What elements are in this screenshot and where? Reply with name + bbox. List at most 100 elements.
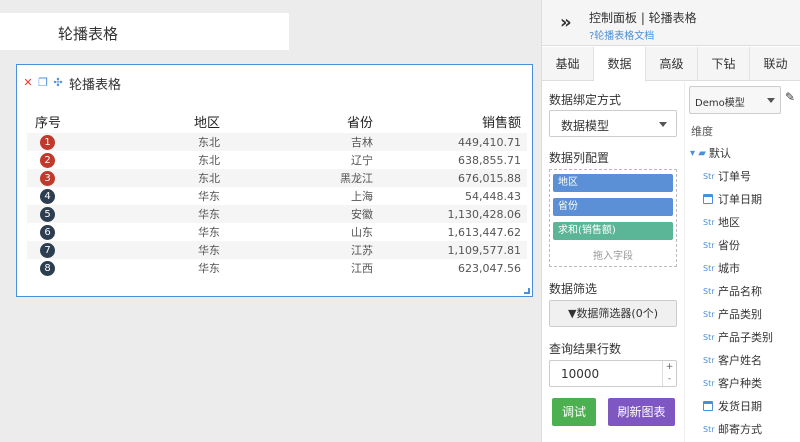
sales-cell: 449,410.71: [458, 135, 521, 149]
table-row: 4 华东 上海 54,448.43: [27, 187, 527, 205]
rank-cell: 3: [27, 170, 82, 186]
dimension-item[interactable]: Str 订单号: [703, 168, 751, 184]
folder-default[interactable]: ▾ ▰ 默认: [690, 145, 731, 161]
folder-label: 默认: [708, 147, 731, 160]
rank-cell: 5: [27, 206, 82, 222]
binding-select[interactable]: 数据模型: [549, 110, 677, 137]
dimension-name: 发货日期: [718, 400, 762, 413]
region-cell: 华东: [198, 208, 220, 221]
field-chip-region[interactable]: 地区: [553, 174, 673, 192]
sales-cell: 54,448.43: [465, 189, 521, 203]
rank-cell: 6: [27, 224, 82, 240]
dimension-name: 产品名称: [718, 285, 762, 298]
collapse-icon[interactable]: »: [560, 12, 571, 33]
dimension-item[interactable]: Str 省份: [703, 237, 740, 253]
column-header-region: 地区: [193, 115, 220, 131]
rows-input[interactable]: 10000 + -: [549, 360, 677, 387]
dimension-item[interactable]: Str 地区: [703, 214, 740, 230]
string-type-icon: Str: [703, 217, 715, 227]
string-type-icon: Str: [703, 240, 715, 250]
caret-down-icon: [659, 122, 667, 127]
string-type-icon: Str: [703, 171, 715, 181]
tab-linkage[interactable]: 联动: [750, 47, 800, 80]
field-chip-sum-sales[interactable]: 求和(销售额): [553, 222, 673, 240]
filter-button-label: 数据筛选器(0个): [576, 307, 659, 320]
filter-button[interactable]: ▼数据筛选器(0个): [549, 300, 677, 327]
string-type-icon: Str: [703, 309, 715, 319]
delete-icon[interactable]: ✕: [22, 77, 34, 89]
province-cell: 黑龙江: [340, 172, 373, 185]
dimension-item[interactable]: 订单日期: [703, 191, 762, 207]
dimension-name: 客户种类: [718, 377, 762, 390]
dimension-item[interactable]: Str 客户种类: [703, 375, 762, 391]
edit-pencil-icon[interactable]: ✎: [785, 90, 795, 104]
dimension-name: 订单日期: [718, 193, 762, 206]
string-type-icon: Str: [703, 378, 715, 388]
folder-open-icon: ▾ ▰: [690, 147, 706, 159]
dimension-item[interactable]: Str 产品子类别: [703, 329, 773, 345]
region-cell: 华东: [198, 244, 220, 257]
panel-title: 控制面板 | 轮播表格: [589, 11, 697, 25]
fullscreen-icon[interactable]: ✣: [52, 77, 64, 89]
table-body: 1 东北 吉林 449,410.71 2 东北 辽宁 638,855.71 3 东北 黑龙江 676,…: [27, 133, 527, 277]
sales-cell: 1,613,447.62: [447, 225, 521, 239]
sales-cell: 1,109,577.81: [447, 243, 521, 257]
sales-cell: 623,047.56: [458, 261, 521, 275]
data-table: 序号 地区 省份 销售额 1 东北 吉林 449,410.71 2 东北 辽宁 638,855…: [27, 109, 527, 277]
rank-badge: 7: [40, 242, 55, 258]
region-cell: 东北: [198, 172, 220, 185]
rows-stepper[interactable]: + -: [662, 361, 676, 386]
field-dropzone[interactable]: 地区 省份 求和(销售额) 拖入字段: [549, 169, 677, 267]
dimension-item[interactable]: Str 产品类别: [703, 306, 762, 322]
caret-down-icon: [767, 98, 775, 103]
dimension-item[interactable]: Str 城市: [703, 260, 740, 276]
dimension-item[interactable]: Str 邮寄方式: [703, 421, 762, 437]
resize-handle[interactable]: [524, 288, 530, 294]
debug-button[interactable]: 调试: [552, 398, 596, 426]
columns-label: 数据列配置: [549, 151, 610, 165]
widget-title: 轮播表格: [69, 77, 122, 93]
rank-badge: 2: [40, 152, 55, 168]
tab-drilldown[interactable]: 下钻: [698, 47, 750, 80]
region-cell: 华东: [198, 226, 220, 239]
tab-basic[interactable]: 基础: [542, 47, 594, 80]
dropzone-hint: 拖入字段: [593, 251, 633, 262]
title-card[interactable]: 轮播表格: [0, 13, 289, 50]
table-row: 5 华东 安徽 1,130,428.06: [27, 205, 527, 223]
field-chip-province[interactable]: 省份: [553, 198, 673, 216]
data-config-column: 数据绑定方式 数据模型 数据列配置 地区 省份 求和(销售额) 拖入字段 数据筛…: [542, 82, 684, 442]
province-cell: 安徽: [351, 208, 373, 221]
rows-input-value: 10000: [561, 367, 600, 381]
filter-label: 数据筛选: [549, 282, 598, 296]
control-panel: » 控制面板 | 轮播表格 ?轮播表格文档 基础 数据 高级 下钻 联动 数据绑…: [541, 0, 800, 442]
rank-badge: 3: [40, 170, 55, 186]
doc-link[interactable]: ?轮播表格文档: [589, 27, 654, 42]
dimension-name: 邮寄方式: [718, 423, 762, 436]
sales-cell: 1,130,428.06: [447, 207, 521, 221]
dimension-item[interactable]: Str 产品名称: [703, 283, 762, 299]
province-cell: 江西: [351, 262, 373, 275]
string-type-icon: Str: [703, 424, 715, 434]
carousel-table-widget[interactable]: ✕ ❐ ✣ 轮播表格 序号 地区 省份 销售额 1 东北 吉林 449,410.71 2…: [16, 64, 533, 297]
column-header-province: 省份: [346, 115, 373, 131]
copy-icon[interactable]: ❐: [37, 77, 49, 89]
column-header-rank: 序号: [35, 115, 62, 131]
table-row: 8 华东 江西 623,047.56: [27, 259, 527, 277]
decrement-icon[interactable]: -: [663, 373, 676, 385]
dimension-name: 产品类别: [718, 308, 762, 321]
province-cell: 吉林: [351, 136, 373, 149]
dimension-item[interactable]: 发货日期: [703, 398, 762, 414]
dimension-item[interactable]: Str 客户姓名: [703, 352, 762, 368]
dimension-name: 城市: [718, 262, 740, 275]
rank-cell: 4: [27, 188, 82, 204]
increment-icon[interactable]: +: [663, 361, 676, 373]
rank-cell: 1: [27, 134, 82, 150]
tab-advanced[interactable]: 高级: [646, 47, 698, 80]
tab-data[interactable]: 数据: [594, 47, 646, 82]
string-type-icon: Str: [703, 263, 715, 273]
province-cell: 辽宁: [351, 154, 373, 167]
refresh-chart-button[interactable]: 刷新图表: [608, 398, 675, 426]
model-select[interactable]: Demo模型: [689, 86, 781, 114]
string-type-icon: Str: [703, 286, 715, 296]
dimension-label: 维度: [691, 125, 713, 138]
